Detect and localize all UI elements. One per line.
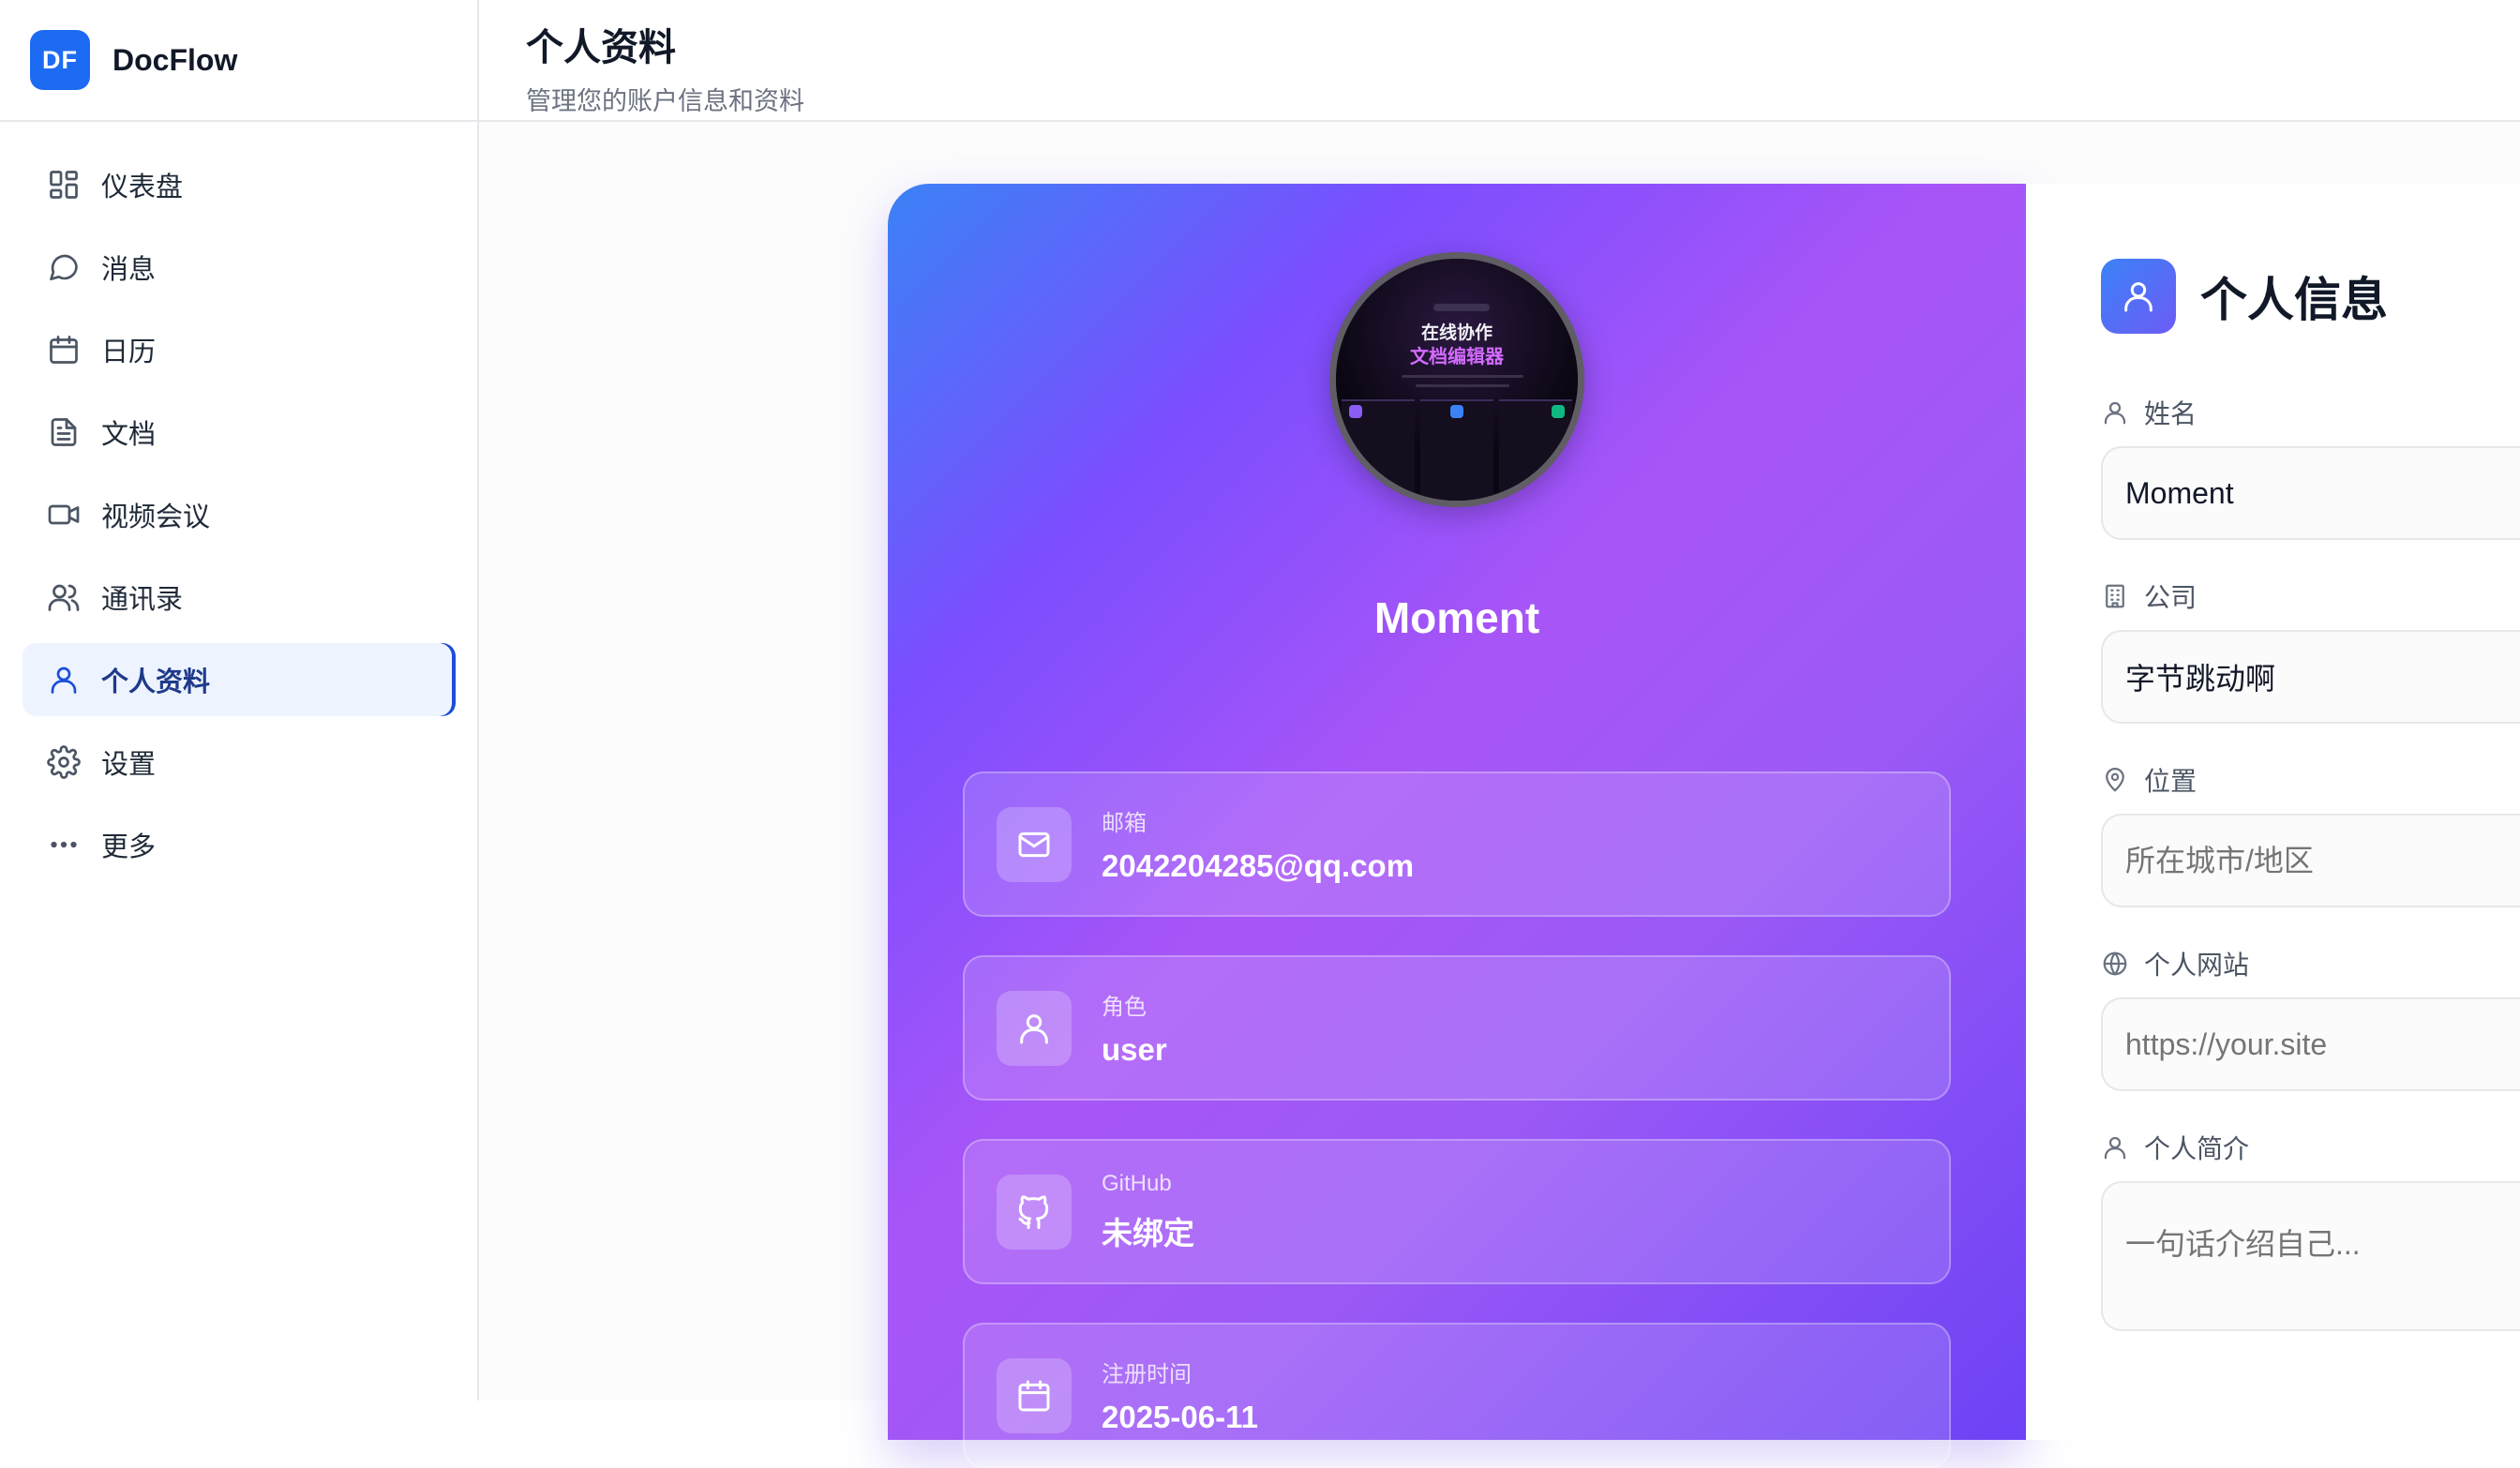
field-label-location: 位置 [2101, 761, 2197, 799]
avatar-image-line [1416, 384, 1509, 387]
page-header: 个人资料 管理您的账户信息和资料 [479, 0, 2520, 122]
info-value: 2042204285@qq.com [1102, 848, 1415, 883]
sidebar-item-label: 个人资料 [101, 667, 211, 697]
calendar-icon [997, 1357, 1072, 1433]
info-label: GitHub [1102, 1170, 1172, 1196]
avatar-image-pill [1433, 304, 1490, 311]
sidebar-item-label: 视频会议 [101, 502, 211, 532]
name-input[interactable] [2101, 446, 2520, 540]
brand-logo: DF [30, 30, 90, 90]
contacts-icon [45, 578, 82, 616]
sidebar-item-settings[interactable]: 设置 [22, 726, 456, 799]
mail-icon [997, 806, 1072, 882]
page-title: 个人资料 [526, 27, 676, 68]
sidebar-item-calendar[interactable]: 日历 [22, 313, 456, 386]
avatar[interactable]: 在线协作 文档编辑器 [1329, 252, 1584, 507]
sidebar-item-label: 仪表盘 [101, 172, 184, 202]
sidebar-item-label: 更多 [101, 832, 157, 862]
user-icon [2101, 259, 2176, 334]
brand[interactable]: DF DocFlow [0, 0, 477, 122]
user-icon [2104, 401, 2126, 425]
dashboard-icon [45, 166, 82, 203]
document-icon [45, 413, 82, 451]
avatar-image-dot [1552, 405, 1565, 418]
sidebar-item-label: 通讯录 [101, 585, 184, 615]
website-input[interactable] [2101, 997, 2520, 1091]
sidebar-item-contacts[interactable]: 通讯录 [22, 561, 456, 634]
message-icon [45, 248, 82, 286]
avatar-image-dot [1450, 405, 1463, 418]
info-value: 2025-06-11 [1102, 1400, 1258, 1434]
sidebar-item-more[interactable]: 更多 [22, 808, 456, 881]
form-title: 个人信息 [2200, 274, 2388, 326]
profile-card: 在线协作 文档编辑器 Moment 邮箱 2042204285@qq.com 角… [888, 184, 2026, 1468]
page-subtitle: 管理您的账户信息和资料 [526, 87, 804, 115]
form-header: 个人信息 [2101, 259, 2388, 334]
field-label-text: 位置 [2144, 767, 2198, 796]
user-icon [45, 661, 82, 698]
avatar-image-dot [1349, 405, 1362, 418]
sidebar: DF DocFlow 仪表盘 消息 日历 文档 视频会议 通讯录 个人资料 设置… [0, 0, 479, 1401]
field-label-bio: 个人简介 [2101, 1129, 2249, 1166]
info-label: 邮箱 [1102, 811, 1147, 836]
user-icon [2104, 1136, 2126, 1160]
info-row-role: 角色 user [963, 955, 1951, 1101]
sidebar-item-label: 消息 [101, 255, 157, 285]
bio-textarea[interactable] [2101, 1181, 2520, 1331]
calendar-icon [45, 331, 82, 368]
info-label: 角色 [1102, 995, 1147, 1020]
info-value: 未绑定 [1102, 1215, 1194, 1251]
sidebar-item-label: 文档 [101, 420, 157, 450]
field-label-name: 姓名 [2101, 394, 2197, 431]
avatar-image-line [1402, 375, 1523, 378]
field-label-text: 姓名 [2144, 399, 2198, 428]
info-row-github: GitHub 未绑定 [963, 1139, 1951, 1284]
field-label-text: 个人网站 [2144, 951, 2250, 980]
avatar-image-text: 在线协作 [1420, 323, 1492, 343]
personal-info-form: 个人信息 姓名 公司 位置 个人网站 个人简介 [2026, 184, 2520, 1440]
building-icon [2106, 584, 2124, 608]
sidebar-item-profile[interactable]: 个人资料 [22, 643, 456, 716]
user-icon [997, 990, 1072, 1066]
info-row-email: 邮箱 2042204285@qq.com [963, 771, 1951, 917]
sidebar-item-documents[interactable]: 文档 [22, 396, 456, 469]
gear-icon [45, 743, 82, 781]
avatar-image-text: 文档编辑器 [1410, 347, 1504, 367]
location-icon [2106, 768, 2124, 792]
company-input[interactable] [2101, 630, 2520, 724]
video-icon [45, 496, 82, 533]
sidebar-nav: 仪表盘 消息 日历 文档 视频会议 通讯录 个人资料 设置 更多 [22, 148, 456, 891]
brand-name: DocFlow [112, 42, 238, 77]
field-label-website: 个人网站 [2101, 945, 2249, 982]
info-row-registered: 注册时间 2025-06-11 [963, 1323, 1951, 1468]
more-icon [45, 826, 82, 863]
sidebar-item-video[interactable]: 视频会议 [22, 478, 456, 551]
field-label-text: 个人简介 [2144, 1134, 2250, 1163]
info-label: 注册时间 [1102, 1362, 1192, 1387]
info-value: user [1102, 1032, 1167, 1067]
sidebar-item-label: 设置 [101, 750, 157, 780]
sidebar-item-messages[interactable]: 消息 [22, 231, 456, 304]
field-label-company: 公司 [2101, 577, 2197, 615]
sidebar-item-label: 日历 [101, 337, 157, 367]
location-input[interactable] [2101, 814, 2520, 907]
field-label-text: 公司 [2144, 583, 2198, 612]
github-icon [997, 1174, 1072, 1250]
main-content: 在线协作 文档编辑器 Moment 邮箱 2042204285@qq.com 角… [479, 122, 2520, 1468]
globe-icon [2103, 951, 2127, 976]
sidebar-item-dashboard[interactable]: 仪表盘 [22, 148, 456, 221]
profile-name: Moment [1373, 593, 1540, 642]
